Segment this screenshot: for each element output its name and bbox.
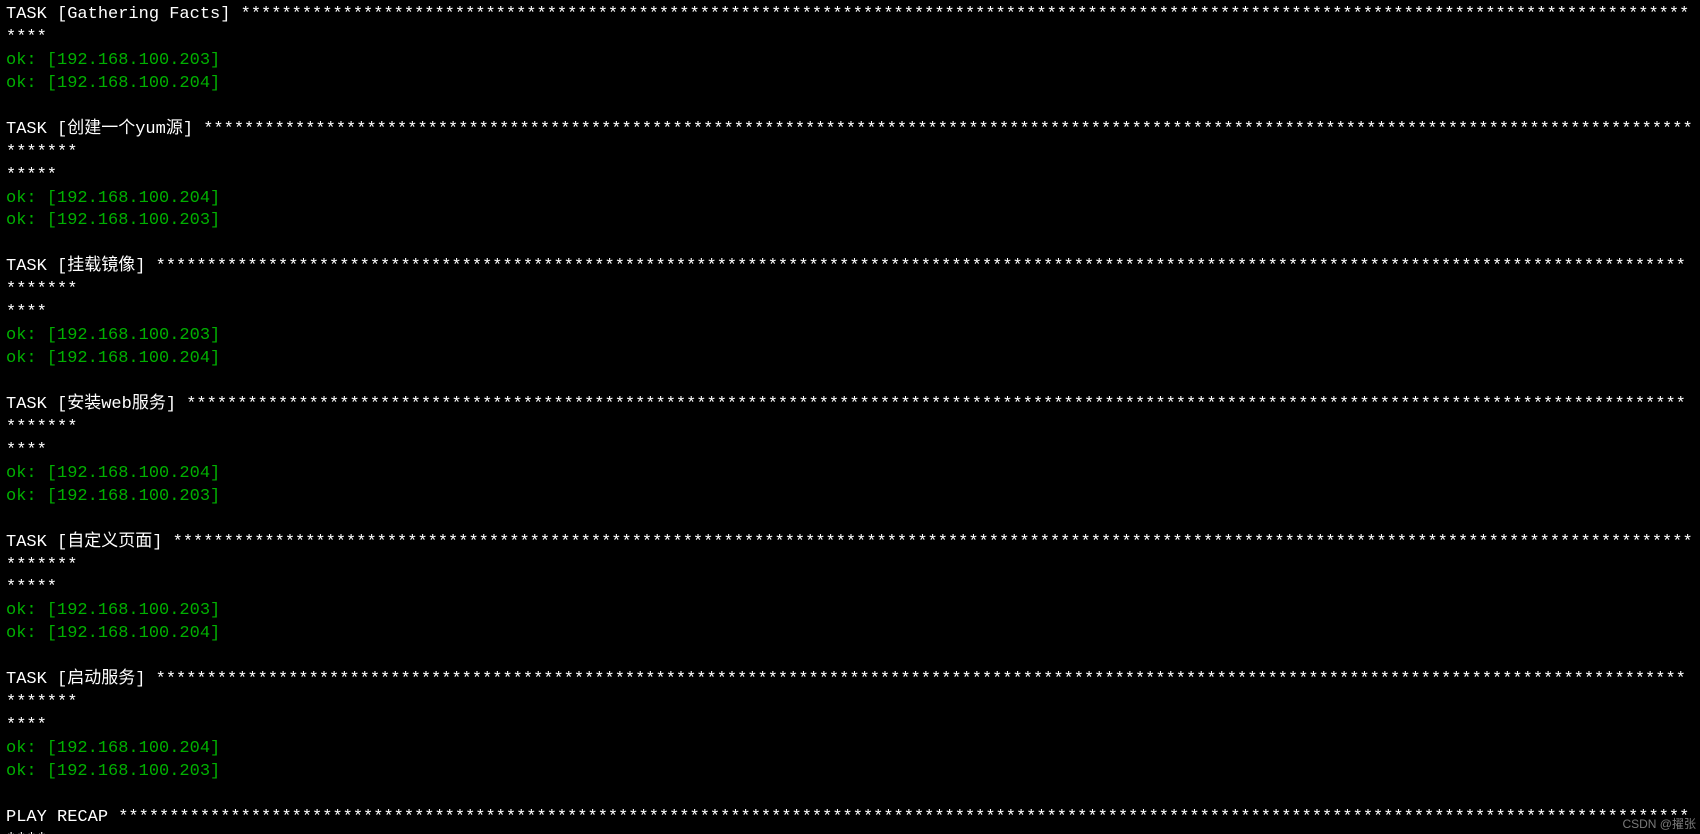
task-host-ok: ok: [192.168.100.203] xyxy=(6,211,220,230)
task-header: TASK [创建一个yum源] ************************… xyxy=(6,120,1693,162)
task-header-overflow: **** xyxy=(6,441,47,460)
watermark-text: CSDN @擢张 xyxy=(1622,816,1696,832)
task-header-overflow: **** xyxy=(6,716,47,735)
task-header: TASK [挂载镜像] ****************************… xyxy=(6,257,1686,299)
task-host-ok: ok: [192.168.100.203] xyxy=(6,326,220,345)
task-host-ok: ok: [192.168.100.204] xyxy=(6,464,220,483)
task-header: TASK [安装web服务] *************************… xyxy=(6,395,1686,437)
play-recap-header: PLAY RECAP *****************************… xyxy=(6,808,1689,834)
task-header: TASK [启动服务] ****************************… xyxy=(6,670,1686,712)
terminal-output: TASK [Gathering Facts] *****************… xyxy=(0,0,1700,834)
task-host-ok: ok: [192.168.100.204] xyxy=(6,349,220,368)
task-host-ok: ok: [192.168.100.203] xyxy=(6,51,220,70)
task-host-ok: ok: [192.168.100.204] xyxy=(6,189,220,208)
task-host-ok: ok: [192.168.100.203] xyxy=(6,762,220,781)
task-host-ok: ok: [192.168.100.204] xyxy=(6,624,220,643)
task-header-overflow: ***** xyxy=(6,166,57,185)
task-header-overflow: **** xyxy=(6,303,47,322)
task-host-ok: ok: [192.168.100.203] xyxy=(6,601,220,620)
task-host-ok: ok: [192.168.100.204] xyxy=(6,74,220,93)
task-header: TASK [Gathering Facts] *****************… xyxy=(6,5,1689,47)
task-host-ok: ok: [192.168.100.203] xyxy=(6,487,220,506)
task-host-ok: ok: [192.168.100.204] xyxy=(6,739,220,758)
task-header-overflow: ***** xyxy=(6,578,57,597)
task-header: TASK [自定义页面] ***************************… xyxy=(6,533,1693,575)
